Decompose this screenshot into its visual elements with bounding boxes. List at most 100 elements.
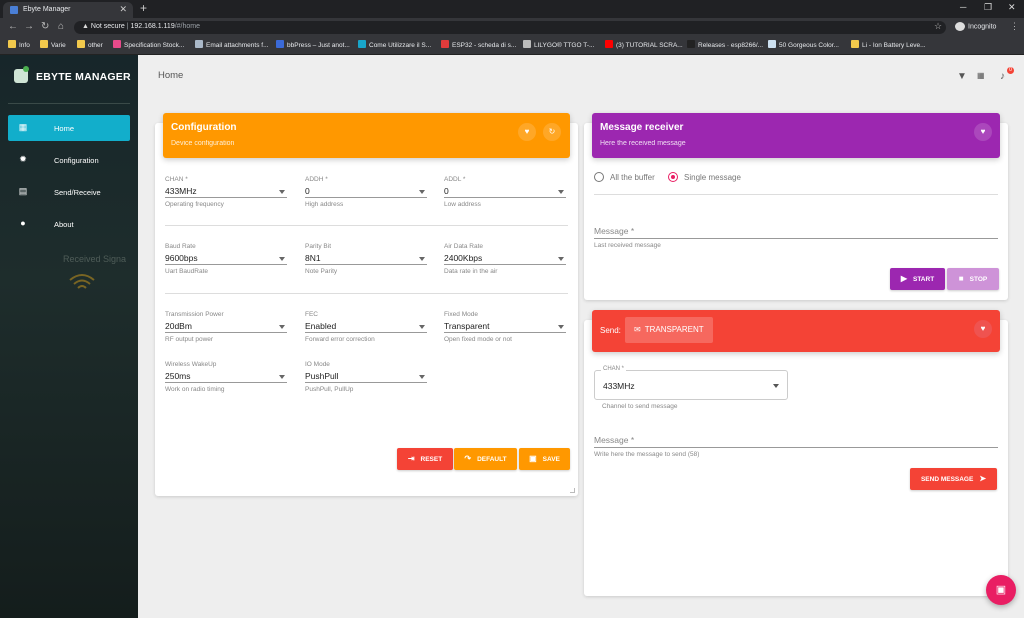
bookmark-item[interactable]: Releases · esp8266/... (687, 40, 763, 49)
new-tab-button[interactable]: + (140, 1, 147, 15)
transparent-mode-chip[interactable]: ✉ TRANSPARENT (625, 317, 713, 343)
bookmark-item[interactable]: Specification Stock... (113, 40, 184, 49)
minimize-icon[interactable]: ─ (960, 2, 966, 12)
configuration-card: Configuration Device configuration ♥ ↻ C… (155, 113, 578, 496)
config-field-io-mode[interactable]: IO Mode PushPull PushPull, PullUp (305, 361, 427, 393)
start-button[interactable]: ▶ START (890, 268, 945, 290)
sidebar-item-send-receive[interactable]: ▤ Send/Receive (8, 179, 130, 205)
address-bar-row: ← → ↻ ⌂ ▲ Not secure | 192.168.1.119/#/h… (0, 18, 1024, 36)
send-message-button[interactable]: SEND MESSAGE ➤ (910, 468, 997, 490)
receiver-title: Message receiver (600, 122, 684, 133)
config-field-chan[interactable]: CHAN * 433MHz Operating frequency (165, 176, 287, 208)
floppy-icon: ▣ (529, 454, 537, 463)
favorite-button[interactable]: ♥ (518, 123, 536, 141)
config-field-baud-rate[interactable]: Baud Rate 9600bps Uart BaudRate (165, 243, 287, 275)
default-button[interactable]: ↷ DEFAULT (454, 448, 517, 470)
field-hint: Note Parity (305, 268, 338, 275)
favorite-button[interactable]: ♥ (974, 320, 992, 338)
tab-title: Ebyte Manager (23, 6, 71, 13)
sidebar: EBYTE MANAGER ▦ Home ✹ Configuration ▤ S… (0, 55, 138, 618)
incognito-badge[interactable]: Incognito (955, 22, 996, 31)
bookmark-item[interactable]: other (77, 40, 103, 49)
bookmark-item[interactable]: Li - Ion Battery Leve... (851, 40, 926, 49)
field-hint: Low address (444, 201, 481, 208)
home-icon[interactable]: ⌂ (58, 21, 64, 32)
brand-title: EBYTE MANAGER (36, 71, 131, 83)
config-field-parity-bit[interactable]: Parity Bit 8N1 Note Parity (305, 243, 427, 275)
bookmark-item[interactable]: ESP32 - scheda di s... (441, 40, 516, 49)
bookmark-item[interactable]: LILYGO® TTGO T-... (523, 40, 594, 49)
reset-label: RESET (420, 456, 443, 463)
bookmark-item[interactable]: Email attachments f... (195, 40, 269, 49)
back-icon[interactable]: ← (8, 21, 18, 32)
notifications-icon[interactable]: ♪ (1000, 71, 1005, 82)
bookmark-item[interactable]: Varie (40, 40, 66, 49)
config-field-addh[interactable]: ADDH * 0 High address (305, 176, 427, 208)
field-label: IO Mode (305, 361, 330, 368)
url-bar[interactable]: ▲ Not secure | 192.168.1.119/#/home (74, 21, 946, 34)
config-field-air-data-rate[interactable]: Air Data Rate 2400Kbps Data rate in the ai… (444, 243, 566, 275)
bookmark-item[interactable]: Info (8, 40, 30, 49)
notification-badge: 0 (1007, 67, 1014, 74)
send-card: Send: ✉ TRANSPARENT ♥ CHAN * 433MHz Chann… (584, 310, 1008, 596)
restore-icon[interactable]: ❐ (984, 2, 992, 13)
warning-icon: ▲ (82, 23, 89, 30)
heart-icon: ♥ (980, 127, 986, 136)
config-field-fec[interactable]: FEC Enabled Forward error correction (305, 311, 427, 343)
url-path: /#/home (174, 23, 201, 30)
radio-label: All the buffer (610, 173, 655, 182)
default-label: DEFAULT (477, 456, 507, 463)
favicon-icon (768, 40, 776, 48)
sidebar-item-about[interactable]: ● About (8, 211, 130, 237)
folder-icon (8, 40, 16, 48)
field-value: 250ms (165, 371, 287, 383)
close-tab-icon[interactable]: ✕ (119, 4, 127, 15)
bookmark-item[interactable]: bbPress – Just anot... (276, 40, 350, 49)
received-message-field[interactable]: Message * Last received message (594, 226, 998, 249)
favicon-icon (441, 40, 449, 48)
divider (165, 293, 568, 294)
menu-icon[interactable]: ⋮ (1010, 21, 1019, 32)
field-value: 0 (305, 186, 427, 198)
field-hint: PushPull, PullUp (305, 386, 354, 393)
bookmark-item[interactable]: (3) TUTORIAL SCRA... (605, 40, 683, 49)
field-value: 433MHz (165, 186, 287, 198)
save-fab-button[interactable]: ▣ (986, 575, 1016, 605)
sidebar-item-home[interactable]: ▦ Home (8, 115, 130, 141)
save-button[interactable]: ▣ SAVE (519, 448, 570, 470)
stop-button[interactable]: ■ STOP (947, 268, 999, 290)
send-message-field[interactable]: Message * Write here the message to send… (594, 435, 998, 458)
field-label: Wireless WakeUp (165, 361, 217, 368)
configuration-card-header: Configuration Device configuration ♥ ↻ (163, 113, 570, 158)
refresh-button[interactable]: ↻ (543, 123, 561, 141)
favicon-icon (687, 40, 695, 48)
config-field-wireless-wakeup[interactable]: Wireless WakeUp 250ms Work on radio timing (165, 361, 287, 393)
reset-button[interactable]: ⇥ RESET (397, 448, 453, 470)
config-field-transmission-power[interactable]: Transmission Power 20dBm RF output power (165, 311, 287, 343)
bookmark-item[interactable]: 50 Gorgeous Color... (768, 40, 839, 49)
close-window-icon[interactable]: ✕ (1008, 2, 1016, 13)
sidebar-divider (8, 103, 130, 104)
resize-handle[interactable] (570, 488, 575, 493)
floppy-icon: ▣ (995, 584, 1007, 596)
radio-all-buffer[interactable]: All the buffer (594, 172, 655, 182)
bookmark-item[interactable]: Come Utilizzare il S... (358, 40, 431, 49)
favorite-button[interactable]: ♥ (974, 123, 992, 141)
forward-icon[interactable]: → (24, 21, 34, 32)
sidebar-item-configuration[interactable]: ✹ Configuration (8, 147, 130, 173)
bookmark-label: Info (19, 42, 30, 49)
send-title: Send: (600, 326, 621, 335)
dashboard-icon[interactable]: ▦ (977, 71, 985, 80)
incognito-icon (955, 22, 965, 31)
browser-tab[interactable]: Ebyte Manager ✕ (3, 2, 133, 18)
bookmark-star-icon[interactable]: ☆ (934, 21, 942, 32)
reload-icon[interactable]: ↻ (41, 21, 49, 32)
bookmark-label: LILYGO® TTGO T-... (534, 42, 595, 49)
field-label: Air Data Rate (444, 243, 484, 250)
wifi-icon[interactable]: ▼ (957, 71, 967, 82)
chan-select[interactable]: CHAN * 433MHz (594, 366, 788, 400)
radio-single-message[interactable]: Single message (668, 172, 741, 182)
config-field-fixed-mode[interactable]: Fixed Mode Transparent Open fixed mode or … (444, 311, 566, 343)
config-field-addl[interactable]: ADDL * 0 Low address (444, 176, 566, 208)
message-label: Message * (594, 435, 635, 445)
